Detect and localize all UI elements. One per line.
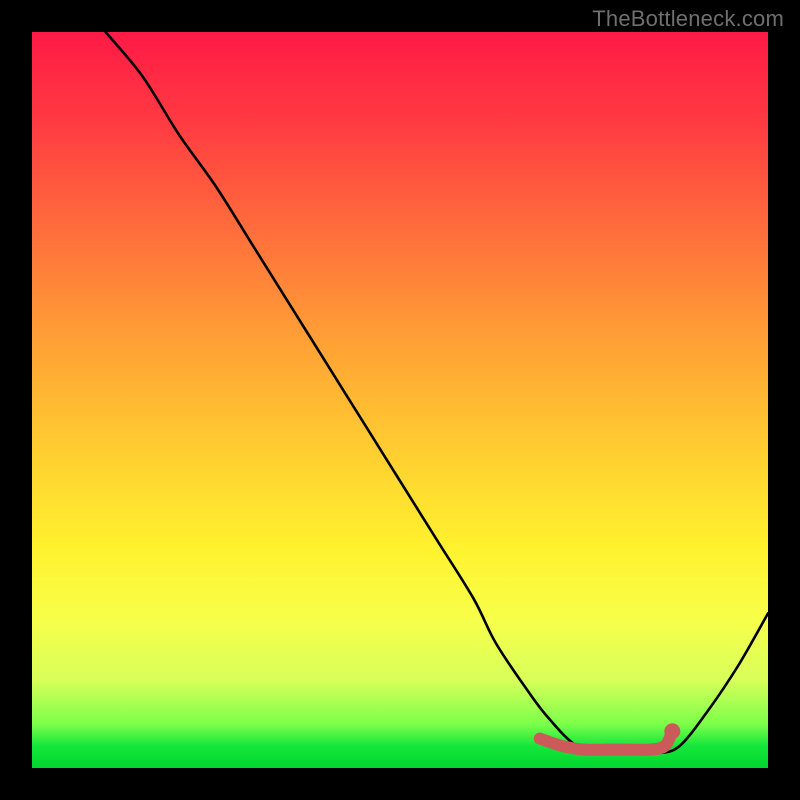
watermark-text: TheBottleneck.com bbox=[592, 6, 784, 32]
highlight-end-dot bbox=[664, 723, 680, 739]
highlight-range bbox=[540, 731, 673, 750]
curve-layer bbox=[32, 32, 768, 768]
plot-area bbox=[32, 32, 768, 768]
chart-frame: TheBottleneck.com bbox=[0, 0, 800, 800]
bottleneck-curve bbox=[106, 32, 768, 754]
